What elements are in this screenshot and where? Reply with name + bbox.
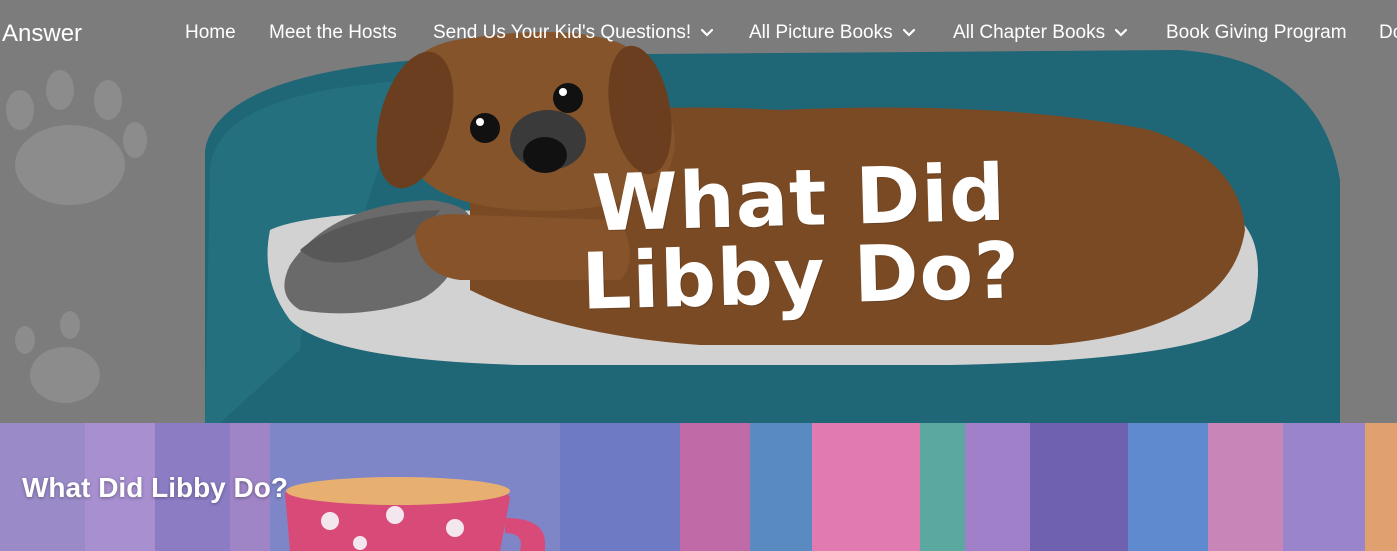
hero-title: What Did Libby Do? [580, 148, 1022, 328]
page-banner: What Did Libby Do? [0, 423, 1397, 551]
nav-item-label: Do [1379, 22, 1397, 43]
site-brand[interactable]: Answer [2, 20, 82, 48]
nav-item-label: Home [185, 22, 236, 43]
nav-item-home[interactable]: Home [185, 22, 236, 44]
nav-item-label: Send Us Your Kid's Questions! [433, 22, 692, 43]
nav-item-all-picture-books[interactable]: All Picture Books [749, 22, 917, 44]
top-navigation: Answer Home Meet the Hosts Send Us Your … [0, 0, 1397, 70]
chevron-down-icon [1114, 28, 1128, 37]
nav-item-label: All Chapter Books [953, 22, 1106, 43]
nav-item-book-giving-program[interactable]: Book Giving Program [1166, 22, 1347, 44]
nav-item-label: Book Giving Program [1166, 22, 1347, 43]
nav-item-all-chapter-books[interactable]: All Chapter Books [953, 22, 1129, 44]
nav-item-label: Meet the Hosts [269, 22, 397, 43]
nav-item-truncated[interactable]: Do [1379, 22, 1397, 44]
nav-item-label: All Picture Books [749, 22, 893, 43]
nav-item-send-questions[interactable]: Send Us Your Kid's Questions! [433, 22, 715, 44]
page-title: What Did Libby Do? [22, 472, 288, 503]
nav-item-meet-the-hosts[interactable]: Meet the Hosts [269, 22, 397, 44]
chevron-down-icon [701, 28, 714, 37]
chevron-down-icon [902, 28, 915, 37]
